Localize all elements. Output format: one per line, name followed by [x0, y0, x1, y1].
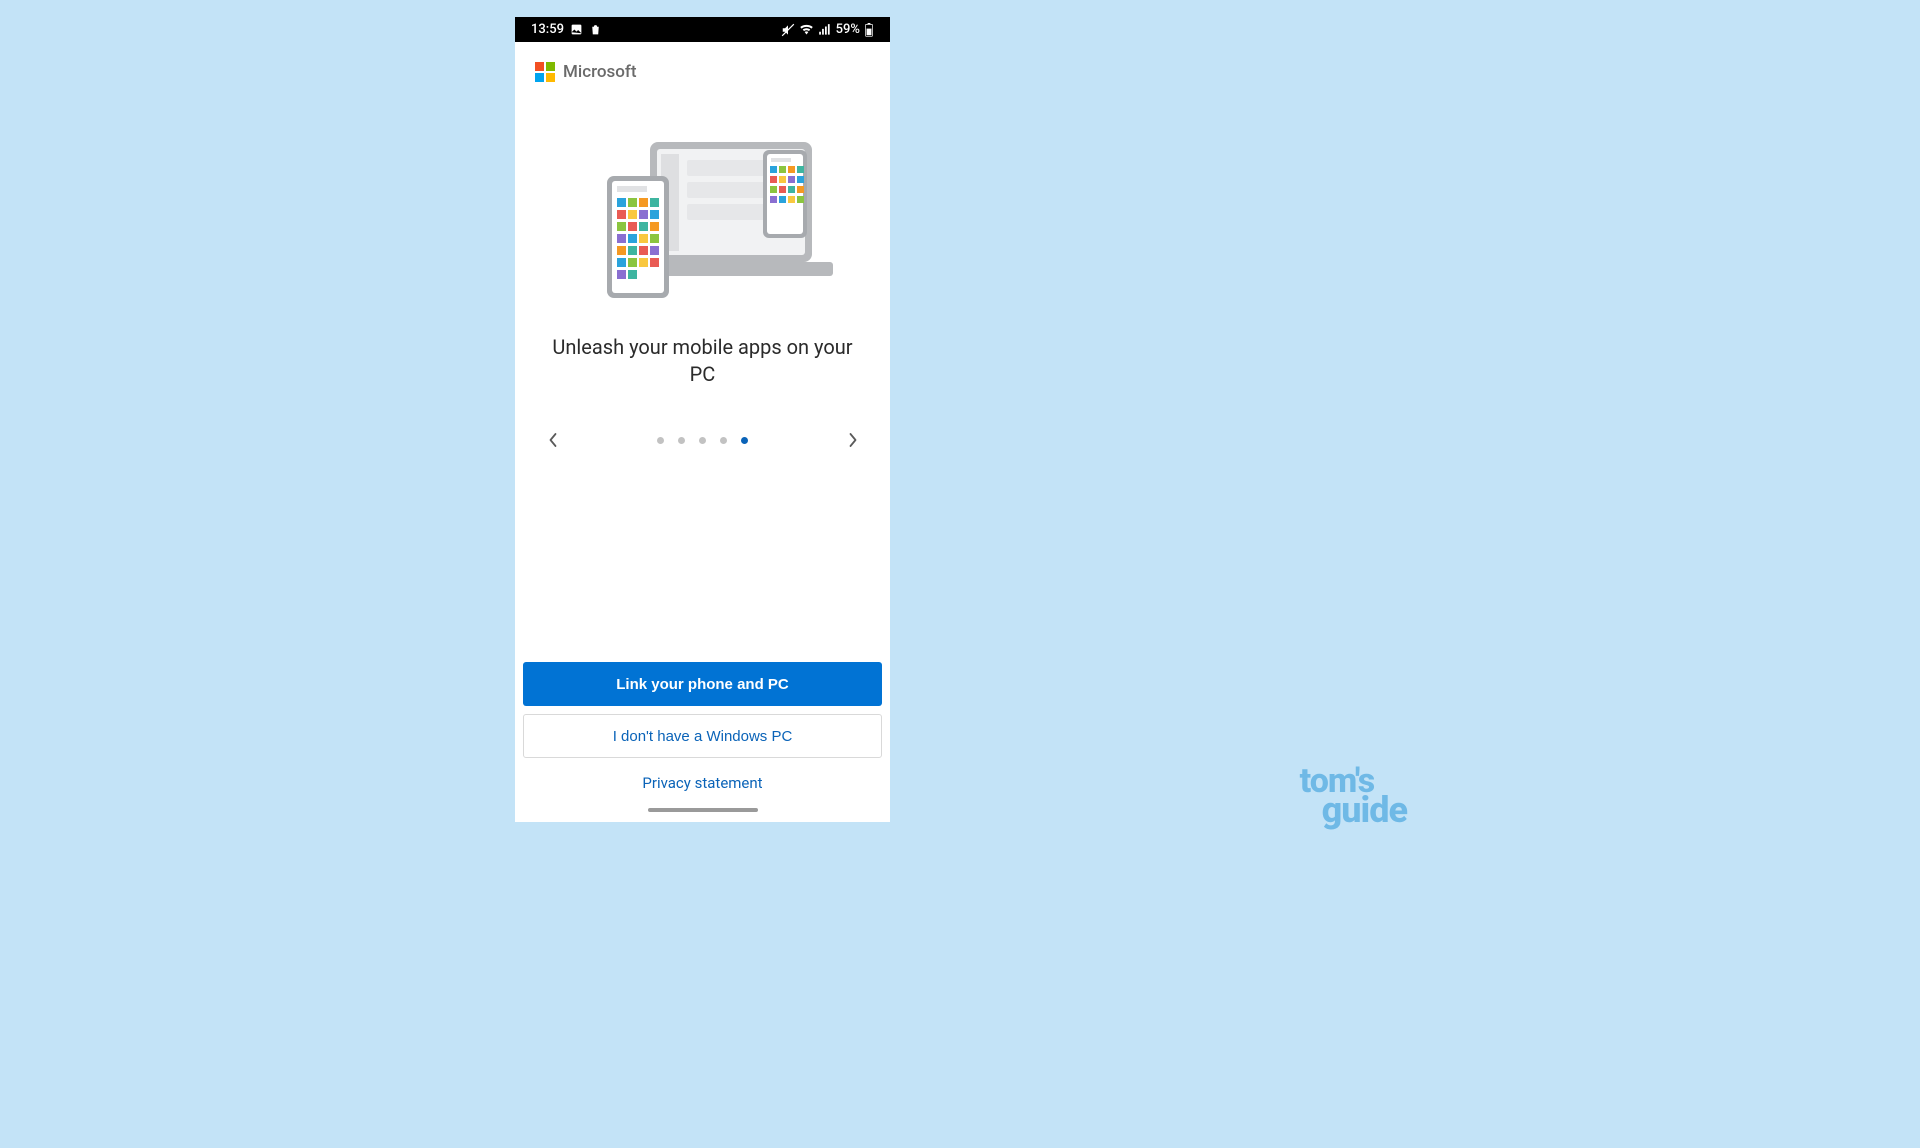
signal-icon [818, 23, 832, 37]
mute-icon [781, 23, 795, 37]
android-home-indicator[interactable] [648, 808, 758, 812]
phone-frame: 13:59 59% Mic [515, 17, 890, 822]
carousel-controls [515, 388, 890, 448]
battery-icon [864, 23, 874, 37]
status-battery-text: 59% [836, 22, 860, 37]
hero-illustration [515, 90, 890, 314]
picture-icon [570, 23, 583, 36]
carousel-dot[interactable] [720, 437, 727, 444]
status-time: 13:59 [531, 22, 564, 37]
carousel-dot[interactable] [657, 437, 664, 444]
chevron-right-icon[interactable] [844, 432, 860, 448]
status-left: 13:59 [531, 22, 602, 37]
shopping-bag-icon [589, 23, 602, 36]
watermark-line2: guide [1322, 795, 1407, 826]
link-phone-pc-button[interactable]: Link your phone and PC [523, 662, 882, 706]
carousel-dots [657, 437, 748, 444]
microsoft-brand: Microsoft [515, 42, 890, 90]
android-status-bar: 13:59 59% [515, 17, 890, 42]
chevron-left-icon[interactable] [545, 432, 561, 448]
carousel-dot[interactable] [678, 437, 685, 444]
status-right: 59% [781, 22, 874, 37]
no-windows-pc-button[interactable]: I don't have a Windows PC [523, 714, 882, 758]
toms-guide-watermark: tom's guide [1300, 767, 1407, 826]
carousel-dot[interactable] [699, 437, 706, 444]
microsoft-logo-icon [535, 62, 555, 82]
wifi-icon [799, 22, 814, 37]
bottom-actions: Link your phone and PC I don't have a Wi… [515, 662, 890, 822]
privacy-statement-link[interactable]: Privacy statement [642, 766, 762, 796]
microsoft-wordmark: Microsoft [563, 62, 637, 82]
hero-title: Unleash your mobile apps on your PC [515, 314, 890, 388]
carousel-dot-active[interactable] [741, 437, 748, 444]
